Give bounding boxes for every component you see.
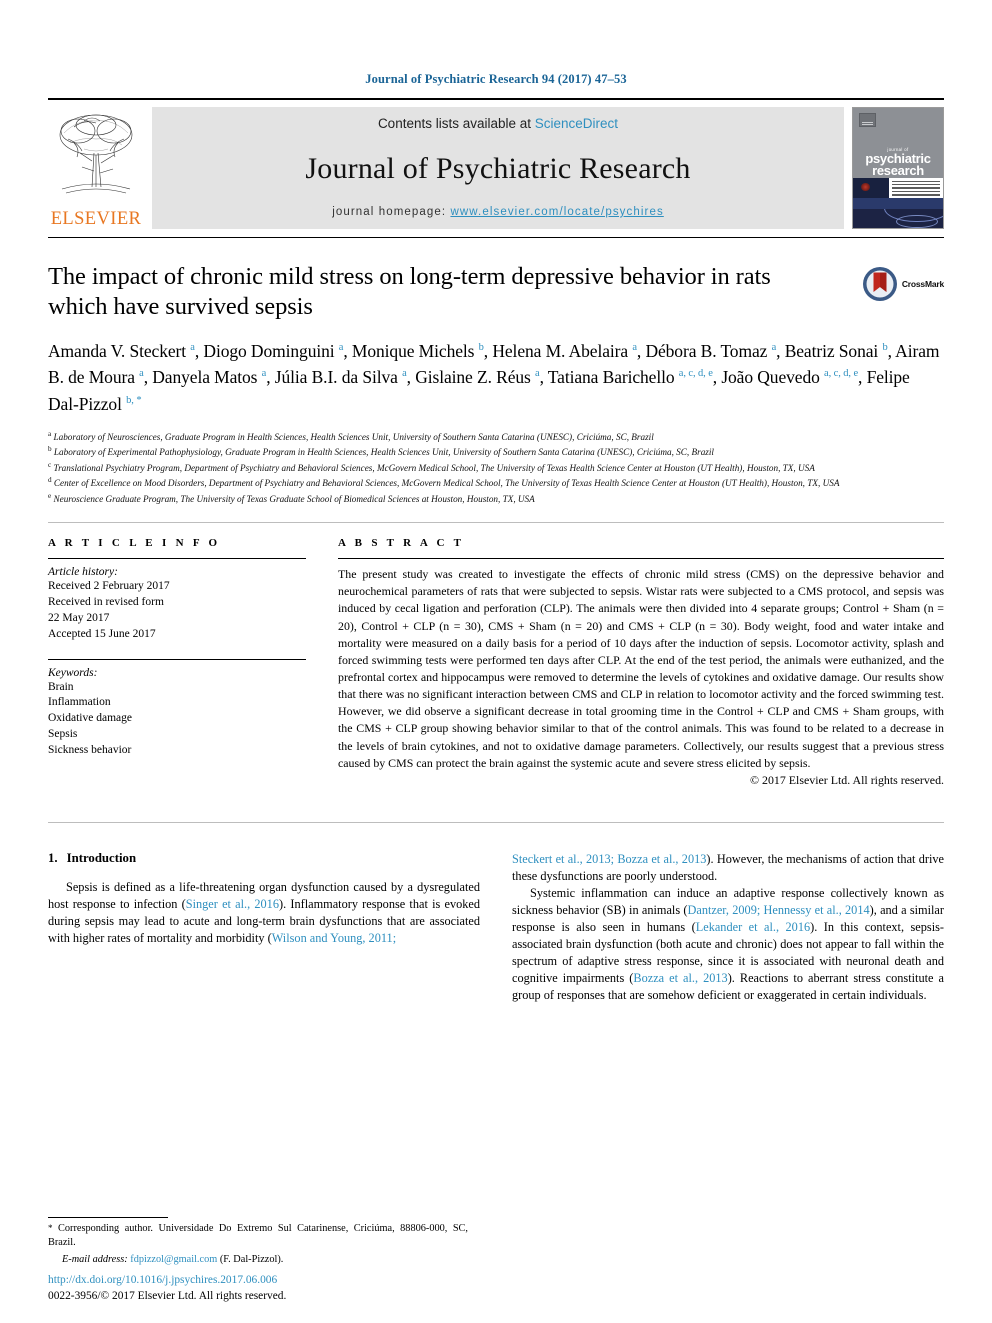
abstract-rule (338, 558, 944, 560)
affiliation-text: Center of Excellence on Mood Disorders, … (53, 478, 840, 489)
issn-copyright-line: 0022-3956/© 2017 Elsevier Ltd. All right… (48, 1290, 287, 1303)
affiliation-list: a Laboratory of Neurosciences, Graduate … (48, 429, 944, 507)
crossmark-label: CrossMark (901, 279, 944, 289)
corresponding-author-marker: * (48, 1223, 53, 1234)
affiliation-marker: d (48, 476, 52, 485)
abstract-heading: A B S T R A C T (338, 537, 465, 550)
sciencedirect-link[interactable]: ScienceDirect (535, 116, 618, 131)
doi-link[interactable]: http://dx.doi.org/10.1016/j.jpsychires.2… (48, 1273, 508, 1289)
journal-cover-thumbnail: journal of psychiatric research (852, 107, 944, 229)
article-history-line: 22 May 2017 (48, 611, 110, 624)
author-list: Amanda V. Steckert a, Diogo Dominguini a… (48, 340, 940, 414)
cover-title: journal of psychiatric research (853, 147, 943, 178)
article-history-label: Article history: (48, 566, 118, 579)
keyword-item: Oxidative damage (48, 712, 132, 725)
affiliation-marker: b (48, 445, 52, 454)
info-abstract-row: A R T I C L E I N F O Article history: R… (48, 537, 944, 800)
journal-band: Contents lists available at ScienceDirec… (152, 107, 844, 229)
body-paragraph: Systemic inflammation can induce an adap… (512, 885, 944, 1003)
body-column-left: 1. Introduction Sepsis is defined as a li… (48, 851, 480, 1005)
abstract-bottom-rule (48, 821, 944, 823)
footnote-rule (48, 1217, 168, 1219)
article-history-line: Received 2 February 2017 (48, 580, 170, 593)
cover-scan-image (853, 177, 889, 198)
elsevier-logo: ELSEVIER (48, 107, 144, 229)
journal-homepage-line: journal homepage: www.elsevier.com/locat… (332, 206, 664, 218)
title-row: The impact of chronic mild stress on lon… (48, 262, 944, 323)
elsevier-wordmark: ELSEVIER (50, 208, 142, 229)
section-title-text: Introduction (66, 850, 137, 865)
keyword-item: Inflammation (48, 696, 111, 709)
doi-block: http://dx.doi.org/10.1016/j.jpsychires.2… (48, 1273, 508, 1305)
keyword-item: Brain (48, 680, 74, 693)
cover-text-lines (889, 178, 943, 199)
journal-name: Journal of Psychiatric Research (305, 151, 691, 185)
body-columns: 1. Introduction Sepsis is defined as a li… (48, 851, 944, 1005)
affiliation-text: Laboratory of Neurosciences, Graduate Pr… (53, 431, 654, 442)
affiliation-item: b Laboratory of Experimental Pathophysio… (48, 444, 944, 459)
article-info-block: A R T I C L E I N F O Article history: R… (48, 537, 324, 800)
masthead-bottom-rule (48, 237, 944, 238)
elsevier-tree-icon (59, 114, 133, 194)
journal-homepage-link[interactable]: www.elsevier.com/locate/psychires (450, 206, 663, 218)
body-paragraph: Sepsis is defined as a life-threatening … (48, 879, 480, 945)
email-label: E-mail address: (62, 1254, 128, 1265)
affiliation-item: a Laboratory of Neurosciences, Graduate … (48, 429, 944, 444)
abstract-text: The present study was created to investi… (338, 567, 944, 770)
keyword-item: Sepsis (48, 728, 78, 741)
contents-prefix: Contents lists available at (377, 116, 535, 131)
homepage-prefix: journal homepage: (332, 206, 451, 218)
corresponding-author-note: * Corresponding author. Universidade Do … (48, 1222, 468, 1250)
footnote-block: * Corresponding author. Universidade Do … (48, 1217, 468, 1265)
email-owner: (F. Dal-Pizzol). (219, 1254, 284, 1265)
journal-masthead: ELSEVIER Contents lists available at Sci… (48, 107, 944, 229)
affiliation-item: e Neuroscience Graduate Program, The Uni… (48, 491, 944, 506)
article-info-rule (48, 558, 306, 560)
cover-bottom-panel (853, 208, 943, 228)
keywords-label: Keywords: (48, 666, 98, 679)
article-info-heading: A R T I C L E I N F O (48, 537, 221, 550)
abstract-block: A B S T R A C T The present study was cr… (324, 537, 944, 800)
info-top-rule (48, 522, 944, 524)
affiliation-marker: a (48, 429, 52, 438)
title-block: The impact of chronic mild stress on lon… (48, 262, 848, 323)
corresponding-author-text: Corresponding author. Universidade Do Ex… (48, 1223, 468, 1249)
cover-publisher-mark-icon (859, 113, 876, 127)
abstract-copyright: © 2017 Elsevier Ltd. All rights reserved… (750, 772, 944, 787)
affiliation-text: Neuroscience Graduate Program, The Unive… (53, 494, 535, 505)
cover-colour-band (853, 198, 943, 209)
keyword-item: Sickness behavior (48, 744, 132, 757)
section-heading-introduction: 1. Introduction (48, 851, 480, 866)
email-link[interactable]: fdpizzol@gmail.com (130, 1254, 217, 1265)
contents-line: Contents lists available at ScienceDirec… (378, 116, 618, 131)
paper-page: Journal of Psychiatric Research 94 (2017… (0, 0, 992, 1323)
body-paragraph: Steckert et al., 2013; Bozza et al., 201… (512, 851, 944, 883)
affiliation-text: Laboratory of Experimental Pathophysiolo… (53, 447, 714, 458)
section-number: 1. (48, 850, 58, 865)
running-head: Journal of Psychiatric Research 94 (2017… (365, 72, 627, 86)
affiliation-marker: c (48, 460, 52, 469)
brain-inner-icon (896, 214, 938, 228)
affiliation-marker: e (48, 492, 52, 501)
body-column-right: Steckert et al., 2013; Bozza et al., 201… (512, 851, 944, 1005)
email-note: E-mail address: fdpizzol@gmail.com (F. D… (48, 1254, 468, 1265)
affiliation-item: d Center of Excellence on Mood Disorders… (48, 475, 944, 490)
page-title: The impact of chronic mild stress on lon… (48, 263, 771, 321)
cover-title-line2: research (872, 162, 924, 178)
article-history-line: Accepted 15 June 2017 (48, 627, 156, 640)
article-history-line: Received in revised form (48, 596, 164, 609)
cover-mid-strip (853, 177, 943, 199)
keywords-rule (48, 658, 306, 660)
header-rule (48, 98, 944, 100)
affiliation-item: c Translational Psychiatry Program, Depa… (48, 460, 944, 475)
affiliation-text: Translational Psychiatry Program, Depart… (53, 462, 815, 473)
crossmark-icon (862, 267, 897, 301)
crossmark-badge[interactable]: CrossMark (848, 262, 944, 314)
